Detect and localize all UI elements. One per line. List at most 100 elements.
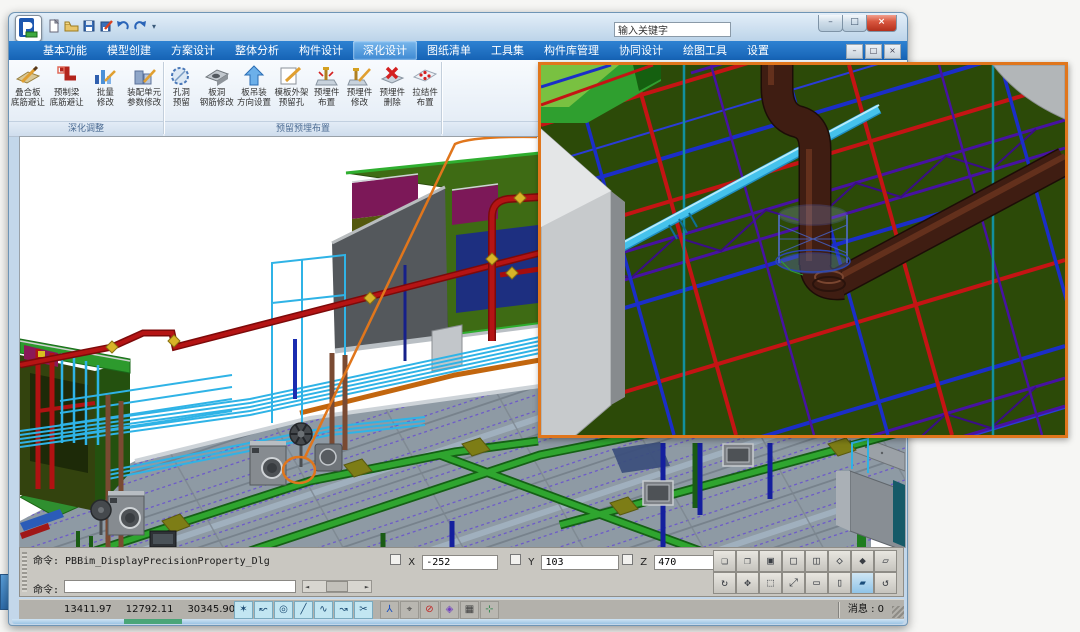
app-logo-button[interactable] bbox=[15, 15, 42, 42]
coord-y: 12792.11 bbox=[126, 604, 174, 615]
tab-drawing-tools[interactable]: 绘图工具 bbox=[673, 41, 737, 60]
redo-icon[interactable] bbox=[133, 19, 147, 33]
x-label: X bbox=[408, 557, 415, 568]
child-restore-button[interactable]: □ bbox=[865, 44, 882, 59]
btn-beam-bottom-rebar-avoid[interactable]: 预制梁 底筋避让 bbox=[48, 63, 86, 109]
embed-place-icon bbox=[314, 64, 340, 88]
tab-deepen-design[interactable]: 深化设计 bbox=[353, 41, 417, 60]
y-label: Y bbox=[528, 557, 534, 568]
tab-settings[interactable]: 设置 bbox=[737, 41, 779, 60]
detail-inset-window[interactable] bbox=[538, 62, 1068, 438]
undo-icon[interactable] bbox=[116, 19, 130, 33]
view-diamond-1-button[interactable]: ◇ bbox=[828, 550, 851, 572]
minimize-button[interactable]: – bbox=[818, 15, 843, 32]
command-scrollbar[interactable]: ◄ ► bbox=[302, 580, 372, 593]
scroll-right-icon[interactable]: ► bbox=[363, 583, 371, 591]
new-file-icon[interactable] bbox=[47, 19, 61, 33]
zoom-window-button[interactable]: ⬚ bbox=[759, 572, 782, 594]
btn-embed-modify[interactable]: 预埋件 修改 bbox=[344, 63, 376, 109]
x-axis-field: X bbox=[390, 554, 498, 569]
walkthrough-button[interactable]: ↺ bbox=[874, 572, 897, 594]
btn-formwork-scaffold-hole[interactable]: 模板外架 预留孔 bbox=[273, 63, 309, 109]
embed-delete-icon bbox=[379, 64, 405, 88]
y-input[interactable] bbox=[541, 555, 619, 570]
zoom-extents-button[interactable]: ⤢ bbox=[782, 572, 805, 594]
ribbon-group-deepen-adjust: 叠合板 底筋避让 预制梁 底筋避让 批量 修改 装配单元 参数修改 bbox=[9, 60, 163, 136]
command-prompt-label: 命令: bbox=[33, 581, 59, 596]
btn-assembly-unit-param-modify[interactable]: 装配单元 参数修改 bbox=[125, 63, 163, 109]
view-iso-3-button[interactable]: ▣ bbox=[759, 550, 782, 572]
scroll-left-icon[interactable]: ◄ bbox=[303, 583, 311, 591]
view-shaded-button[interactable]: ▰ bbox=[851, 572, 874, 594]
tab-scheme-design[interactable]: 方案设计 bbox=[161, 41, 225, 60]
view-diamond-2-button[interactable]: ◆ bbox=[851, 550, 874, 572]
panel-grip[interactable] bbox=[22, 552, 27, 592]
tab-member-library[interactable]: 构件库管理 bbox=[534, 41, 609, 60]
btn-embed-delete[interactable]: 预埋件 删除 bbox=[376, 63, 408, 109]
view-front-button[interactable]: ◫ bbox=[805, 550, 828, 572]
render-mode-toggle[interactable]: ◈ bbox=[440, 601, 459, 619]
maximize-button[interactable]: □ bbox=[842, 15, 867, 32]
btn-embed-place[interactable]: 预埋件 布置 bbox=[311, 63, 343, 109]
snap-grid-button[interactable]: ✶ bbox=[234, 601, 253, 619]
qat-more-icon[interactable]: ▾ bbox=[152, 22, 156, 31]
view-angle-toggle[interactable]: ⌖ bbox=[400, 601, 419, 619]
message-counter[interactable]: 消息 : 0 bbox=[838, 602, 892, 618]
tab-model-create[interactable]: 模型创建 bbox=[97, 41, 161, 60]
title-bar: ▾ – □ × bbox=[9, 13, 907, 41]
view-flat-button[interactable]: ▱ bbox=[874, 550, 897, 572]
x-checkbox[interactable] bbox=[390, 554, 401, 565]
resize-grip[interactable] bbox=[892, 606, 904, 618]
view-iso-1-button[interactable]: ❏ bbox=[713, 550, 736, 572]
child-close-button[interactable]: × bbox=[884, 44, 901, 59]
command-input[interactable] bbox=[64, 580, 296, 593]
embed-modify-icon bbox=[346, 64, 372, 88]
btn-tie-place[interactable]: 拉结件 布置 bbox=[409, 63, 441, 109]
pan-button[interactable]: ✥ bbox=[736, 572, 759, 594]
btn-slab-hoist-direction[interactable]: 板吊装 方向设置 bbox=[236, 63, 272, 109]
tab-drawing-list[interactable]: 图纸清单 bbox=[417, 41, 481, 60]
slab-hole-icon bbox=[204, 64, 230, 88]
crosshair-toggle[interactable]: ⊹ bbox=[480, 601, 499, 619]
child-window-controls: – □ × bbox=[846, 44, 901, 59]
view-top-button[interactable]: □ bbox=[782, 550, 805, 572]
x-input[interactable] bbox=[422, 555, 498, 570]
disable-toggle[interactable]: ⊘ bbox=[420, 601, 439, 619]
snap-intersection-button[interactable]: ✂ bbox=[354, 601, 373, 619]
tab-toolset[interactable]: 工具集 bbox=[481, 41, 534, 60]
beam-rebar-avoid-icon bbox=[54, 64, 80, 88]
tab-overall-analysis[interactable]: 整体分析 bbox=[225, 41, 289, 60]
close-button[interactable]: × bbox=[866, 15, 897, 32]
scrollbar-thumb[interactable] bbox=[326, 581, 348, 592]
snap-endpoint-button[interactable]: ↜ bbox=[254, 601, 273, 619]
pbbim-logo-icon bbox=[16, 16, 41, 41]
y-checkbox[interactable] bbox=[510, 554, 521, 565]
save-icon[interactable] bbox=[82, 19, 96, 33]
snap-nearest-button[interactable]: ╱ bbox=[294, 601, 313, 619]
child-minimize-button[interactable]: – bbox=[846, 44, 863, 59]
save-edit-icon[interactable] bbox=[99, 19, 113, 33]
hole-reserve-icon bbox=[168, 64, 194, 88]
z-checkbox[interactable] bbox=[622, 554, 633, 565]
open-folder-icon[interactable] bbox=[64, 19, 79, 33]
tab-collab-design[interactable]: 协同设计 bbox=[609, 41, 673, 60]
view-iso-2-button[interactable]: ❐ bbox=[736, 550, 759, 572]
grid-display-toggle[interactable]: ▦ bbox=[460, 601, 479, 619]
view-rotate-button[interactable]: ↻ bbox=[713, 572, 736, 594]
tab-member-design[interactable]: 构件设计 bbox=[289, 41, 353, 60]
snap-perpendicular-button[interactable]: ↝ bbox=[334, 601, 353, 619]
btn-hole-reserve[interactable]: 孔洞 预留 bbox=[165, 63, 198, 109]
tab-basic-functions[interactable]: 基本功能 bbox=[33, 41, 97, 60]
search-input[interactable] bbox=[614, 22, 731, 37]
axis-display-toggle[interactable]: ⅄ bbox=[380, 601, 399, 619]
btn-slab-bottom-rebar-avoid[interactable]: 叠合板 底筋避让 bbox=[9, 63, 47, 109]
ribbon-group-reserve-embed: 孔洞 预留 板洞 钢筋修改 板吊装 方向设置 模板外架 预留孔 bbox=[165, 60, 441, 136]
snap-tangent-button[interactable]: ∿ bbox=[314, 601, 333, 619]
view-plan-2-button[interactable]: ▯ bbox=[828, 572, 851, 594]
coordinate-display: 13411.97 12792.11 30345.90 bbox=[64, 604, 235, 615]
btn-slab-hole-rebar-modify[interactable]: 板洞 钢筋修改 bbox=[199, 63, 235, 109]
view-plan-1-button[interactable]: ▭ bbox=[805, 572, 828, 594]
snap-toolbar: ✶ ↜ ◎ ╱ ∿ ↝ ✂ ⅄ ⌖ ⊘ ◈ ▦ ⊹ bbox=[234, 601, 499, 619]
btn-batch-modify[interactable]: 批量 修改 bbox=[87, 63, 125, 109]
snap-center-button[interactable]: ◎ bbox=[274, 601, 293, 619]
